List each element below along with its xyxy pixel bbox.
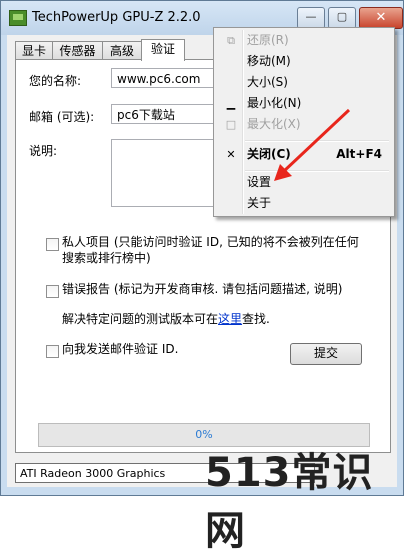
annotation-overlay bbox=[274, 108, 351, 181]
site-watermark: 513常识网 bbox=[205, 450, 374, 554]
annotation-arrow bbox=[281, 108, 351, 174]
tab-validation[interactable]: 验证 bbox=[141, 39, 185, 61]
